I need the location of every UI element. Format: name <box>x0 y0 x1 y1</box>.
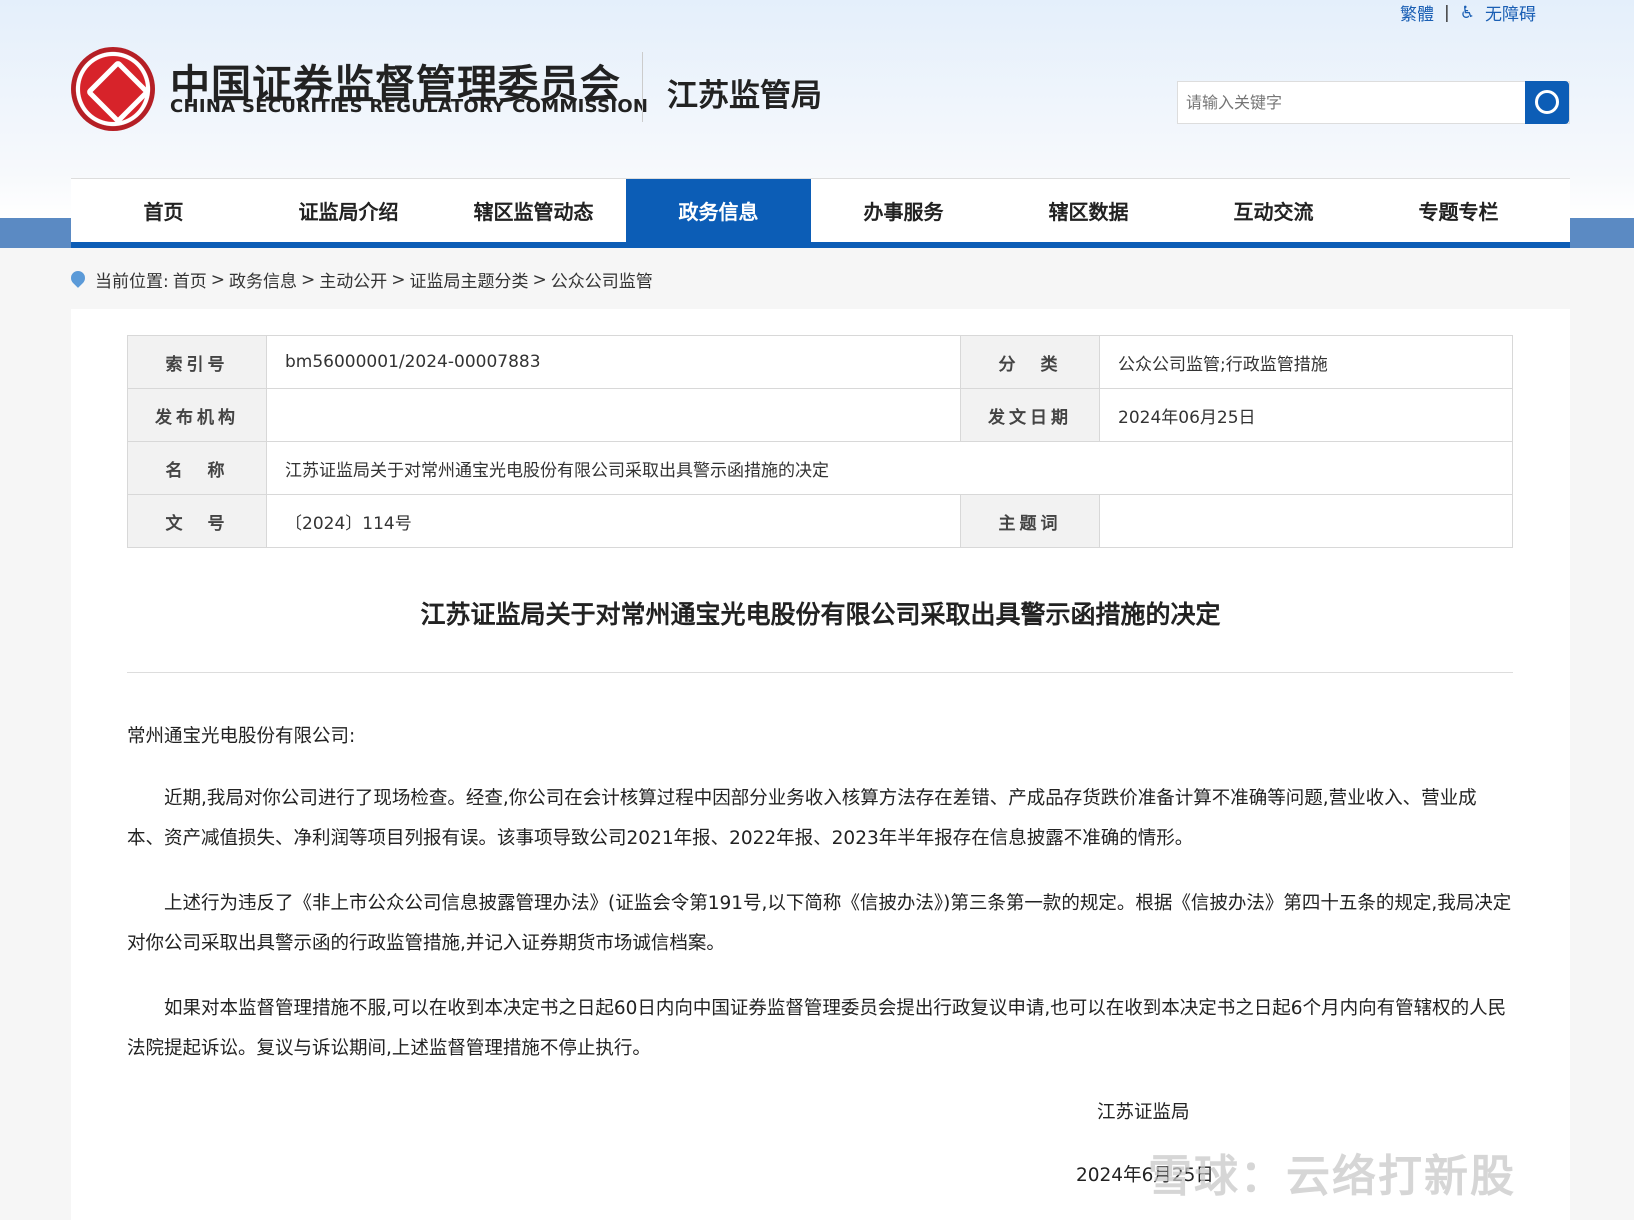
breadcrumb-item[interactable]: 公众公司监管 <box>551 267 653 292</box>
signature: 江苏证监局 <box>1097 1102 1190 1123</box>
nav-home[interactable]: 首页 <box>71 179 256 242</box>
paragraph: 如果对本监督管理措施不服,可以在收到本决定书之日起60日内向中国证券监督管理委员… <box>127 998 1507 1059</box>
breadcrumb-sep: > <box>532 269 547 290</box>
docno-value: 〔2024〕114号 <box>266 494 961 548</box>
date-label: 发文日期 <box>960 388 1100 442</box>
watermark: 雪球：云络打新股 <box>1148 1151 1516 1202</box>
breadcrumb-label: 当前位置: <box>95 272 169 292</box>
csrc-logo[interactable] <box>71 47 155 131</box>
issuer-value <box>266 388 961 442</box>
search-input[interactable] <box>1178 82 1525 123</box>
breadcrumb-item[interactable]: 主动公开 <box>319 267 387 292</box>
breadcrumb-item[interactable]: 证监局主题分类 <box>409 267 528 292</box>
name-value: 江苏证监局关于对常州通宝光电股份有限公司采取出具警示函措施的决定 <box>266 441 1513 495</box>
nav-interaction[interactable]: 互动交流 <box>1181 179 1366 242</box>
search-icon <box>1535 90 1559 114</box>
date-value: 2024年06月25日 <box>1099 388 1513 442</box>
nav-regional-news[interactable]: 辖区监管动态 <box>441 179 626 242</box>
divider <box>642 52 643 122</box>
bureau-name: 江苏监管局 <box>667 78 822 114</box>
keyword-value <box>1099 494 1513 548</box>
accessibility-icon: ♿ <box>1459 2 1475 23</box>
accessibility-link[interactable]: 无障碍 <box>1485 0 1536 25</box>
docno-label: 文 号 <box>127 494 267 548</box>
breadcrumb-sep: > <box>391 269 406 290</box>
search-box <box>1177 81 1570 124</box>
content-panel: 索引号 bm56000001/2024-00007883 分 类 公众公司监管;… <box>71 309 1570 1220</box>
category-value: 公众公司监管;行政监管措施 <box>1099 335 1513 389</box>
table-row: 索引号 bm56000001/2024-00007883 分 类 公众公司监管;… <box>127 335 1513 389</box>
search-button[interactable] <box>1525 81 1569 124</box>
top-links: 繁體 | ♿ 无障碍 <box>1400 0 1536 26</box>
document-body: 常州通宝光电股份有限公司: 近期,我局对你公司进行了现场检查。经查,你公司在会计… <box>127 717 1513 1094</box>
location-pin-icon <box>68 267 88 288</box>
paragraph: 近期,我局对你公司进行了现场检查。经查,你公司在会计核算过程中因部分业务收入核算… <box>127 788 1477 849</box>
nav-about[interactable]: 证监局介绍 <box>256 179 441 242</box>
traditional-chinese-link[interactable]: 繁體 <box>1400 0 1434 25</box>
table-row: 名 称 江苏证监局关于对常州通宝光电股份有限公司采取出具警示函措施的决定 <box>127 441 1513 495</box>
breadcrumb-item[interactable]: 政务信息 <box>229 267 297 292</box>
keyword-label: 主题词 <box>960 494 1100 548</box>
nav-government-info[interactable]: 政务信息 <box>626 179 811 242</box>
metadata-table: 索引号 bm56000001/2024-00007883 分 类 公众公司监管;… <box>127 335 1513 548</box>
index-label: 索引号 <box>127 335 267 389</box>
name-label: 名 称 <box>127 441 267 495</box>
paragraph: 上述行为违反了《非上市公众公司信息披露管理办法》(证监会令第191号,以下简称《… <box>127 893 1512 954</box>
nav-special-topics[interactable]: 专题专栏 <box>1366 179 1551 242</box>
breadcrumb-sep: > <box>300 269 316 290</box>
table-row: 文 号 〔2024〕114号 主题词 <box>127 494 1513 548</box>
nav-services[interactable]: 办事服务 <box>811 179 996 242</box>
nav-regional-data[interactable]: 辖区数据 <box>996 179 1181 242</box>
breadcrumb-sep: > <box>210 269 225 290</box>
divider <box>127 672 1513 673</box>
document-title: 江苏证监局关于对常州通宝光电股份有限公司采取出具警示函措施的决定 <box>420 600 1221 629</box>
index-value: bm56000001/2024-00007883 <box>266 335 961 389</box>
main-nav: 首页 证监局介绍 辖区监管动态 政务信息 办事服务 辖区数据 互动交流 专题专栏 <box>71 178 1570 248</box>
divider: | <box>1444 2 1450 23</box>
breadcrumb-item[interactable]: 首页 <box>173 267 207 292</box>
category-label: 分 类 <box>960 335 1100 389</box>
issuer-label: 发布机构 <box>127 388 267 442</box>
salutation: 常州通宝光电股份有限公司: <box>127 726 356 747</box>
breadcrumb: 当前位置: 首页 > 政务信息 > 主动公开 > 证监局主题分类 > 公众公司监管 <box>68 267 653 292</box>
table-row: 发布机构 发文日期 2024年06月25日 <box>127 388 1513 442</box>
org-name-en: CHINA SECURITIES REGULATORY COMMISSION <box>170 96 649 117</box>
